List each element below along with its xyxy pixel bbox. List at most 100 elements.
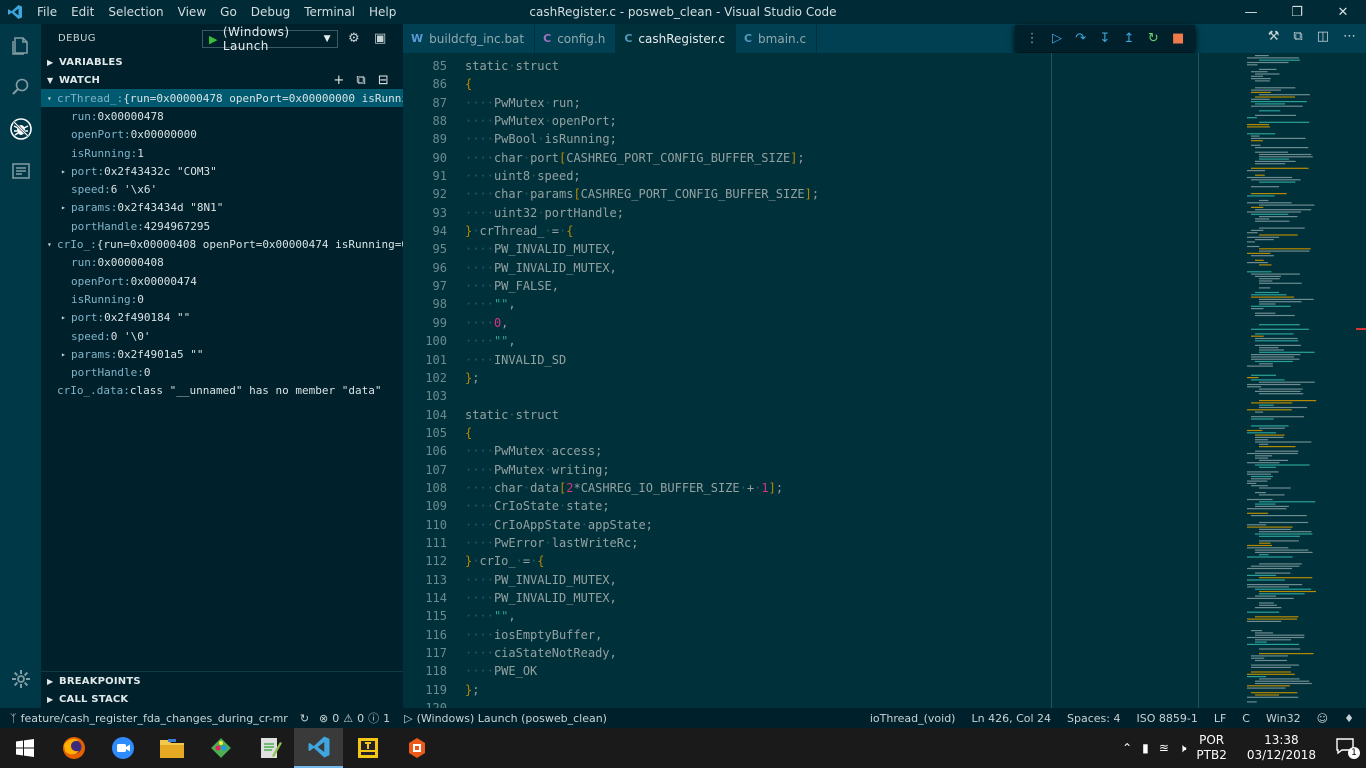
wifi-icon[interactable]: ≊ [1159, 741, 1169, 755]
watch-row[interactable]: ▾ crThread_: {run=0x00000478 openPort=0x0… [41, 89, 403, 108]
watch-row[interactable]: portHandle: 0 [41, 363, 403, 381]
info-count[interactable]: 1 [383, 712, 390, 725]
launch-config-select[interactable]: ▶ (Windows) Launch ▼ [202, 25, 338, 53]
file-encoding[interactable]: ISO 8859-1 [1136, 712, 1197, 725]
menu-item-help[interactable]: Help [362, 5, 403, 19]
code-line[interactable]: ····PwMutex·writing; [465, 461, 819, 479]
clock[interactable]: 13:38 03/12/2018 [1247, 733, 1316, 763]
callstack-section-header[interactable]: ▶ CALL STACK [41, 690, 403, 708]
close-button[interactable]: ✕ [1320, 0, 1366, 24]
code-line[interactable] [465, 699, 819, 708]
watch-row[interactable]: ▸ port: 0x2f490184 "" [41, 309, 403, 327]
watch-section-header[interactable]: ▼ WATCH + ⧉ ⊟ [41, 71, 403, 89]
watch-row[interactable]: speed: 0 '\0' [41, 327, 403, 345]
code-line[interactable]: ····char·port[CASHREG_PORT_CONFIG_BUFFER… [465, 149, 819, 167]
code-line[interactable]: ····0, [465, 314, 819, 332]
code-line[interactable] [465, 387, 819, 405]
build-icon[interactable]: ⚒ [1268, 29, 1280, 44]
code-line[interactable]: ····PWE_OK [465, 662, 819, 680]
volume-icon[interactable]: 🕨 [1179, 741, 1187, 756]
breakpoints-section-header[interactable]: ▶ BREAKPOINTS [41, 672, 403, 690]
menu-item-view[interactable]: View [171, 5, 213, 19]
step-into-icon[interactable]: ↧ [1099, 31, 1110, 46]
watch-row[interactable]: crIo_.data: class "__unnamed" has no mem… [41, 382, 403, 400]
code-line[interactable]: ····iosEmptyBuffer, [465, 626, 819, 644]
tab-cashregister-c[interactable]: CcashRegister.c [616, 24, 736, 53]
code-line[interactable]: ····PwMutex·openPort; [465, 112, 819, 130]
drag-handle-icon[interactable]: ⋮ [1026, 31, 1039, 46]
code-line[interactable]: ····PW_INVALID_MUTEX, [465, 259, 819, 277]
code-line[interactable]: ····PW_INVALID_MUTEX, [465, 240, 819, 258]
menu-item-debug[interactable]: Debug [244, 5, 297, 19]
action-center-icon[interactable]: 1 [1336, 737, 1360, 759]
code-line[interactable]: ····uint32·portHandle; [465, 204, 819, 222]
menu-item-selection[interactable]: Selection [101, 5, 170, 19]
git-tool-icon[interactable] [196, 728, 245, 768]
extensions-icon[interactable] [0, 150, 41, 192]
step-out-icon[interactable]: ↥ [1124, 31, 1135, 46]
notifications-bell-icon[interactable]: ♦ [1344, 712, 1354, 725]
code-line[interactable]: ····PwBool·isRunning; [465, 130, 819, 148]
feedback-smiley-icon[interactable]: ☺ [1317, 712, 1328, 725]
tab-buildcfg-inc-bat[interactable]: Wbuildcfg_inc.bat [403, 24, 536, 53]
code-line[interactable]: ····ciaStateNotReady, [465, 644, 819, 662]
editor-scrollbar[interactable] [1352, 53, 1366, 708]
warning-count[interactable]: 0 [357, 712, 364, 725]
explorer-icon[interactable] [0, 24, 41, 66]
code-editor[interactable]: 85 86 87 88 89 90 91 92 93 94 95 96 97 98 99 100 101 102 1… [403, 53, 1366, 708]
restart-icon[interactable]: ↻ [1148, 31, 1159, 46]
add-expression-icon[interactable]: + [333, 73, 344, 88]
chevron-right-icon[interactable]: ▸ [61, 350, 71, 359]
language-mode[interactable]: C [1242, 712, 1250, 725]
split-editor-icon[interactable]: ◫ [1317, 29, 1329, 44]
code-line[interactable]: ····CrIoAppState·appState; [465, 516, 819, 534]
debug-console-icon[interactable]: ▣ [374, 31, 387, 46]
firefox-icon[interactable] [49, 728, 98, 768]
code-line[interactable]: ····PwMutex·access; [465, 442, 819, 460]
continue-icon[interactable]: ▷ [1052, 31, 1062, 46]
cursor-position[interactable]: Ln 426, Col 24 [971, 712, 1051, 725]
watch-row[interactable]: openPort: 0x00000000 [41, 126, 403, 144]
watch-row[interactable]: run: 0x00000408 [41, 254, 403, 272]
watch-row[interactable]: speed: 6 '\x6' [41, 180, 403, 198]
code-line[interactable]: { [465, 424, 819, 442]
code-line[interactable]: ····PW_INVALID_MUTEX, [465, 589, 819, 607]
watch-row[interactable]: isRunning: 1 [41, 144, 403, 162]
watch-row[interactable]: ▸ params: 0x2f43434d "8N1" [41, 199, 403, 217]
code-lines[interactable]: static·struct{····PwMutex·run; ····PwMute… [465, 57, 819, 708]
code-line[interactable]: }; [465, 681, 819, 699]
code-line[interactable]: ····char·params[CASHREG_PORT_CONFIG_BUFF… [465, 185, 819, 203]
code-line[interactable]: ····"", [465, 607, 819, 625]
code-line[interactable]: { [465, 75, 819, 93]
show-hidden-icons-chevron-icon[interactable]: ⌃ [1122, 741, 1132, 755]
search-icon[interactable] [0, 66, 41, 108]
office-app-icon[interactable] [392, 728, 441, 768]
code-line[interactable]: }; [465, 369, 819, 387]
zoom-icon[interactable] [98, 728, 147, 768]
watch-row[interactable]: ▾ crIo_: {run=0x00000408 openPort=0x00000… [41, 235, 403, 253]
code-line[interactable]: ····char·data[2*CASHREG_IO_BUFFER_SIZE·+… [465, 479, 819, 497]
minimize-button[interactable]: — [1228, 0, 1274, 24]
minimap[interactable] [1243, 53, 1353, 708]
battery-icon[interactable]: ▮ [1142, 741, 1149, 755]
watch-row[interactable]: ▸ params: 0x2f4901a5 "" [41, 345, 403, 363]
stop-icon[interactable]: ■ [1172, 31, 1184, 46]
watch-row[interactable]: run: 0x00000478 [41, 107, 403, 125]
windows-start-icon[interactable] [0, 728, 49, 768]
open-changes-icon[interactable]: ⧉ [1293, 29, 1302, 44]
code-line[interactable]: ····"", [465, 295, 819, 313]
watch-row[interactable]: isRunning: 0 [41, 290, 403, 308]
code-line[interactable]: ····PwError·lastWriteRc; [465, 534, 819, 552]
tab-bmain-c[interactable]: Cbmain.c [735, 24, 818, 53]
input-language[interactable]: POR PTB2 [1196, 733, 1226, 763]
end-of-line[interactable]: LF [1214, 712, 1226, 725]
chevron-right-icon[interactable]: ▸ [61, 167, 71, 176]
chevron-down-icon[interactable]: ▾ [47, 94, 57, 103]
chevron-right-icon[interactable]: ▸ [61, 203, 71, 212]
chevron-right-icon[interactable]: ▸ [61, 313, 71, 322]
code-line[interactable]: ····CrIoState·state; [465, 497, 819, 515]
vscode-taskbar-icon[interactable] [294, 728, 343, 768]
menu-item-go[interactable]: Go [213, 5, 244, 19]
code-line[interactable]: ····PW_INVALID_MUTEX, [465, 571, 819, 589]
code-line[interactable]: }·crIo_·=·{ [465, 552, 819, 570]
